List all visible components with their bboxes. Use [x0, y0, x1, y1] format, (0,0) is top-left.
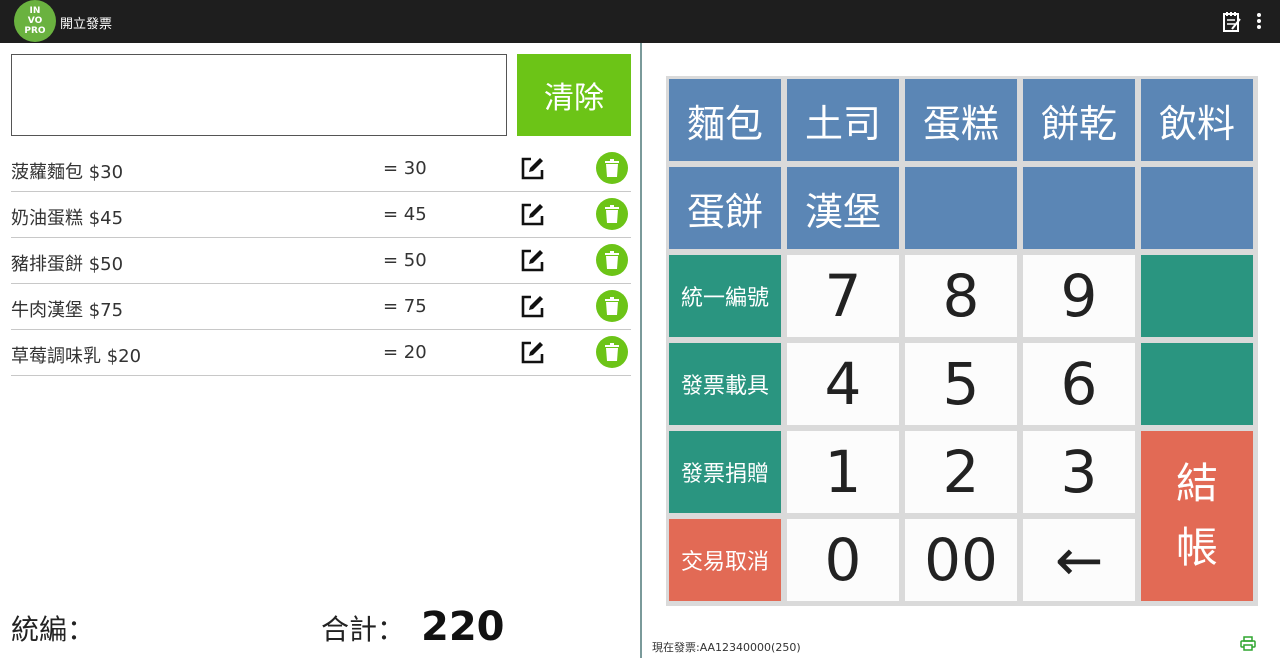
item-subtotal: = 45: [383, 204, 427, 225]
blank-teal-button[interactable]: [1141, 343, 1253, 425]
item-subtotal: = 20: [383, 342, 427, 363]
list-item: 草莓調味乳 $20 = 20: [11, 330, 631, 376]
checkout-label-1: 結: [1175, 459, 1218, 508]
entry-input[interactable]: [11, 54, 507, 136]
edit-icon[interactable]: [519, 156, 545, 182]
key-9[interactable]: 9: [1023, 255, 1135, 337]
key-6[interactable]: 6: [1023, 343, 1135, 425]
app-title: 開立發票: [60, 17, 113, 32]
item-subtotal: = 30: [383, 158, 427, 179]
category-cookie-button[interactable]: 餅乾: [1023, 79, 1135, 161]
list-item: 奶油蛋糕 $45 = 45: [11, 192, 631, 238]
key-00[interactable]: 00: [905, 519, 1017, 601]
trash-icon[interactable]: [596, 152, 628, 184]
edit-icon[interactable]: [519, 248, 545, 274]
key-7[interactable]: 7: [787, 255, 899, 337]
trash-icon[interactable]: [596, 244, 628, 276]
notepad-icon[interactable]: [1222, 11, 1242, 37]
list-item: 豬排蛋餅 $50 = 50: [11, 238, 631, 284]
key-8[interactable]: 8: [905, 255, 1017, 337]
app-bar: IN VO PRO 開立發票: [0, 0, 1280, 43]
order-list: 菠蘿麵包 $30 = 30 奶油蛋糕 $45 = 45 豬排蛋餅 $50 = 5…: [11, 146, 631, 376]
key-1[interactable]: 1: [787, 431, 899, 513]
carrier-button[interactable]: 發票載具: [669, 343, 781, 425]
item-name: 菠蘿麵包 $30: [11, 162, 124, 183]
empty-category-button[interactable]: [1141, 167, 1253, 249]
item-subtotal: = 75: [383, 296, 427, 317]
backspace-key[interactable]: ←: [1023, 519, 1135, 601]
tax-id-label: 統編：: [11, 613, 96, 646]
item-name: 豬排蛋餅 $50: [11, 254, 124, 275]
category-toast-button[interactable]: 土司: [787, 79, 899, 161]
cancel-transaction-button[interactable]: 交易取消: [669, 519, 781, 601]
item-name: 牛肉漢堡 $75: [11, 300, 124, 321]
blank-teal-button[interactable]: [1141, 255, 1253, 337]
key-4[interactable]: 4: [787, 343, 899, 425]
printer-icon[interactable]: [1240, 636, 1256, 656]
item-name: 草莓調味乳 $20: [11, 346, 142, 367]
category-burger-button[interactable]: 漢堡: [787, 167, 899, 249]
edit-icon[interactable]: [519, 340, 545, 366]
pane-divider: [640, 43, 642, 658]
key-5[interactable]: 5: [905, 343, 1017, 425]
key-3[interactable]: 3: [1023, 431, 1135, 513]
item-name: 奶油蛋糕 $45: [11, 208, 124, 229]
total-value: 220: [421, 604, 505, 650]
checkout-button[interactable]: 結 帳: [1141, 431, 1253, 601]
overflow-menu-icon[interactable]: [1256, 12, 1262, 34]
total-label: 合計：: [321, 613, 406, 646]
edit-icon[interactable]: [519, 294, 545, 320]
clear-button[interactable]: 清除: [517, 54, 631, 136]
empty-category-button[interactable]: [905, 167, 1017, 249]
empty-category-button[interactable]: [1023, 167, 1135, 249]
trash-icon[interactable]: [596, 290, 628, 322]
category-drink-button[interactable]: 飲料: [1141, 79, 1253, 161]
category-egg-roll-button[interactable]: 蛋餅: [669, 167, 781, 249]
checkout-label-2: 帳: [1175, 523, 1218, 572]
list-item: 菠蘿麵包 $30 = 30: [11, 146, 631, 192]
item-subtotal: = 50: [383, 250, 427, 271]
trash-icon[interactable]: [596, 336, 628, 368]
key-0[interactable]: 0: [787, 519, 899, 601]
category-bread-button[interactable]: 麵包: [669, 79, 781, 161]
key-2[interactable]: 2: [905, 431, 1017, 513]
donate-button[interactable]: 發票捐贈: [669, 431, 781, 513]
keypad: 麵包 土司 蛋糕 餅乾 飲料 蛋餅 漢堡 統一編號 7 8 9 發票載具 4 5…: [666, 76, 1258, 606]
app-logo: IN VO PRO: [14, 0, 56, 42]
tax-id-button[interactable]: 統一編號: [669, 255, 781, 337]
list-item: 牛肉漢堡 $75 = 75: [11, 284, 631, 330]
edit-icon[interactable]: [519, 202, 545, 228]
trash-icon[interactable]: [596, 198, 628, 230]
category-cake-button[interactable]: 蛋糕: [905, 79, 1017, 161]
current-invoice-status: 現在發票:AA12340000(250): [652, 641, 801, 654]
